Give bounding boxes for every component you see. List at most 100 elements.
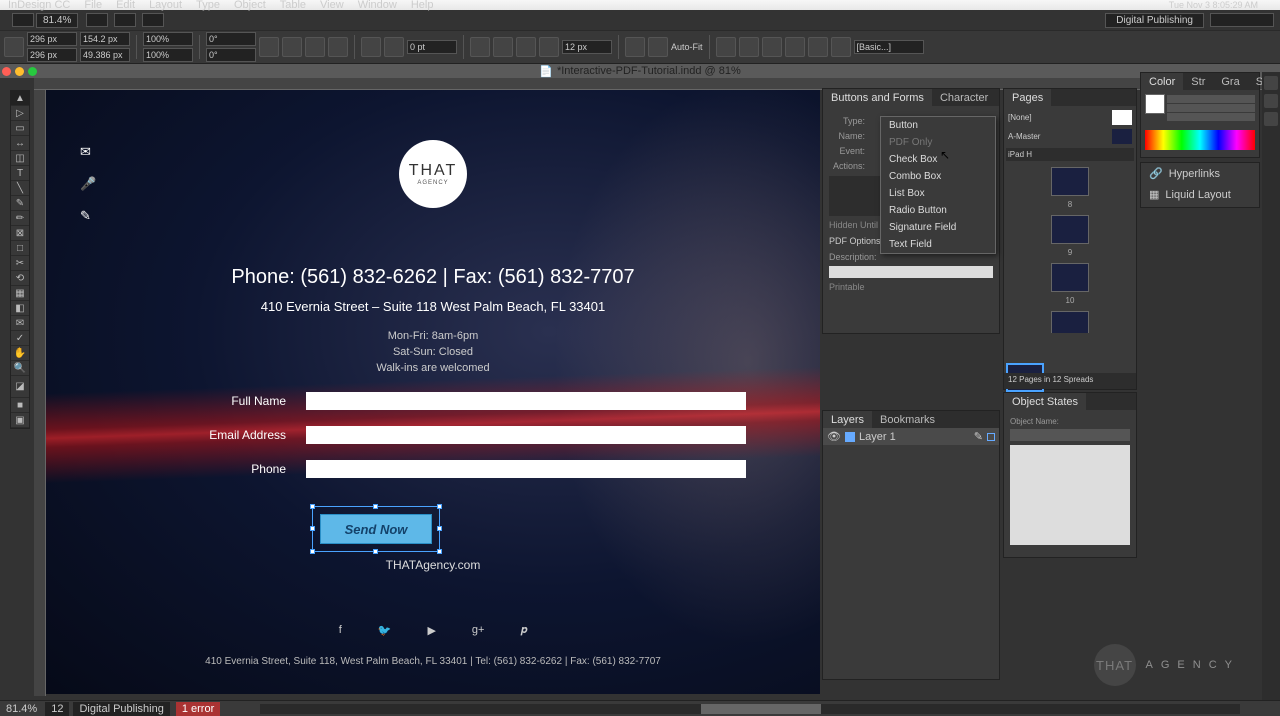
rectangle-frame-tool[interactable]: ⊠ (11, 226, 29, 241)
view-options-icon[interactable] (86, 13, 108, 27)
menu-window[interactable]: Window (358, 0, 397, 11)
zoom-tool[interactable]: 🔍 (11, 361, 29, 376)
tab-character[interactable]: Character (932, 89, 996, 106)
page-thumb-10[interactable] (1051, 263, 1089, 292)
handle-tl[interactable] (310, 504, 315, 509)
none-thumb[interactable] (1112, 110, 1132, 125)
strip-icon-3[interactable] (1264, 112, 1278, 126)
bridge-icon[interactable] (12, 13, 34, 27)
gap-field[interactable]: 12 px (562, 40, 612, 54)
layer-name[interactable]: Layer 1 (859, 431, 896, 443)
slider-c[interactable] (1167, 95, 1255, 103)
handle-mr[interactable] (437, 526, 442, 531)
send-button[interactable]: Send Now (320, 514, 432, 544)
pencil-tool[interactable]: ✏ (11, 211, 29, 226)
autofit-label[interactable]: Auto-Fit (671, 42, 703, 52)
handle-br[interactable] (437, 549, 442, 554)
fill-stroke-icon[interactable]: ◪ (11, 376, 29, 398)
pen-icon[interactable]: ✎ (974, 430, 983, 443)
zoom-readout[interactable]: 81.4% (0, 703, 43, 715)
printable-checkbox[interactable]: Printable (829, 282, 993, 292)
rotate-ccw-icon[interactable] (282, 37, 302, 57)
none-master[interactable]: [None] (1008, 113, 1032, 122)
document-tab[interactable]: *Interactive-PDF-Tutorial.indd @ 81% (557, 65, 741, 77)
tab-bookmarks[interactable]: Bookmarks (872, 411, 943, 428)
scale-x-field[interactable]: 100% (143, 32, 193, 46)
page-thumb-11[interactable] (1051, 311, 1089, 333)
free-transform-tool[interactable]: ⟲ (11, 271, 29, 286)
liquid-layout-panel-button[interactable]: ▦Liquid Layout (1141, 184, 1259, 205)
type-dropdown[interactable]: Button PDF Only Check Box Combo Box List… (880, 116, 996, 254)
gradient-swatch-tool[interactable]: ▦ (11, 286, 29, 301)
screen-mode-icon[interactable] (114, 13, 136, 27)
y-field[interactable]: 296 px (27, 48, 77, 62)
menu-file[interactable]: File (84, 0, 102, 11)
page-nav[interactable]: 12 (45, 702, 69, 716)
menu-layout[interactable]: Layout (149, 0, 182, 11)
slider-m[interactable] (1167, 104, 1255, 112)
menu-object[interactable]: Object (234, 0, 266, 11)
eyedropper-tool[interactable]: ✓ (11, 331, 29, 346)
fit-content-icon[interactable] (625, 37, 645, 57)
w-field[interactable]: 154.2 px (80, 32, 130, 46)
scissors-tool[interactable]: ✂ (11, 256, 29, 271)
type-tool[interactable]: T (11, 166, 29, 181)
tab-layers[interactable]: Layers (823, 411, 872, 428)
align-middle-icon[interactable] (808, 37, 828, 57)
close-icon[interactable] (2, 67, 11, 76)
preflight-error[interactable]: 1 error (176, 702, 220, 716)
states-list[interactable] (1010, 445, 1130, 545)
fill-swatch-icon[interactable] (361, 37, 381, 57)
page-preset-select[interactable]: iPad H (1006, 148, 1134, 161)
x-field[interactable]: 296 px (27, 32, 77, 46)
page-thumbs-list[interactable]: 8 9 10 11 12 (1006, 163, 1134, 333)
scale-y-field[interactable]: 100% (143, 48, 193, 62)
tab-object-states[interactable]: Object States (1004, 393, 1086, 410)
screen-mode-tool[interactable]: ▣ (11, 413, 29, 428)
tab-stroke[interactable]: Str (1183, 73, 1213, 90)
document-canvas[interactable]: ✉ 🎤 ✎ THAT AGENCY Phone: (561) 832-6262 … (46, 90, 820, 694)
fullname-input[interactable] (306, 392, 746, 410)
workspace-switcher[interactable]: Digital Publishing (1105, 13, 1204, 28)
content-collector-tool[interactable]: ◫ (11, 151, 29, 166)
page-tool[interactable]: ▭ (11, 121, 29, 136)
corners-icon[interactable] (539, 37, 559, 57)
align-right-icon[interactable] (762, 37, 782, 57)
dropdown-textfield[interactable]: Text Field (881, 236, 995, 253)
h-field[interactable]: 49.386 px (80, 48, 130, 62)
hyperlinks-panel-button[interactable]: 🔗Hyperlinks (1141, 163, 1259, 184)
gap-tool[interactable]: ↔ (11, 136, 29, 151)
phone-input[interactable] (306, 460, 746, 478)
arrange-docs-icon[interactable] (142, 13, 164, 27)
tab-gradient[interactable]: Gra (1213, 73, 1247, 90)
page-thumb-9[interactable] (1051, 215, 1089, 244)
reference-point-icon[interactable] (4, 37, 24, 57)
align-center-icon[interactable] (739, 37, 759, 57)
align-bottom-icon[interactable] (831, 37, 851, 57)
tab-color[interactable]: Color (1141, 73, 1183, 90)
scroll-thumb[interactable] (701, 704, 821, 714)
handle-ml[interactable] (310, 526, 315, 531)
search-input[interactable] (1210, 13, 1274, 27)
dropdown-listbox[interactable]: List Box (881, 185, 995, 202)
hand-tool[interactable]: ✋ (11, 346, 29, 361)
layer-row[interactable]: 👁 Layer 1 ✎ (823, 428, 999, 445)
minimize-icon[interactable] (15, 67, 24, 76)
object-name-input[interactable] (1010, 429, 1130, 441)
menu-view[interactable]: View (320, 0, 344, 11)
opacity-icon[interactable] (493, 37, 513, 57)
gradient-feather-tool[interactable]: ◧ (11, 301, 29, 316)
align-left-icon[interactable] (716, 37, 736, 57)
menu-edit[interactable]: Edit (116, 0, 135, 11)
tab-pages[interactable]: Pages (1004, 89, 1051, 106)
handle-bl[interactable] (310, 549, 315, 554)
visibility-icon[interactable]: 👁 (827, 430, 841, 443)
fit-frame-icon[interactable] (648, 37, 668, 57)
dropdown-combobox[interactable]: Combo Box (881, 168, 995, 185)
pen-tool[interactable]: ✎ (11, 196, 29, 211)
flip-h-icon[interactable] (305, 37, 325, 57)
page-thumb-8[interactable] (1051, 167, 1089, 196)
rectangle-tool[interactable]: □ (11, 241, 29, 256)
description-input[interactable] (829, 266, 993, 278)
fill-proxy-icon[interactable] (1145, 94, 1165, 114)
